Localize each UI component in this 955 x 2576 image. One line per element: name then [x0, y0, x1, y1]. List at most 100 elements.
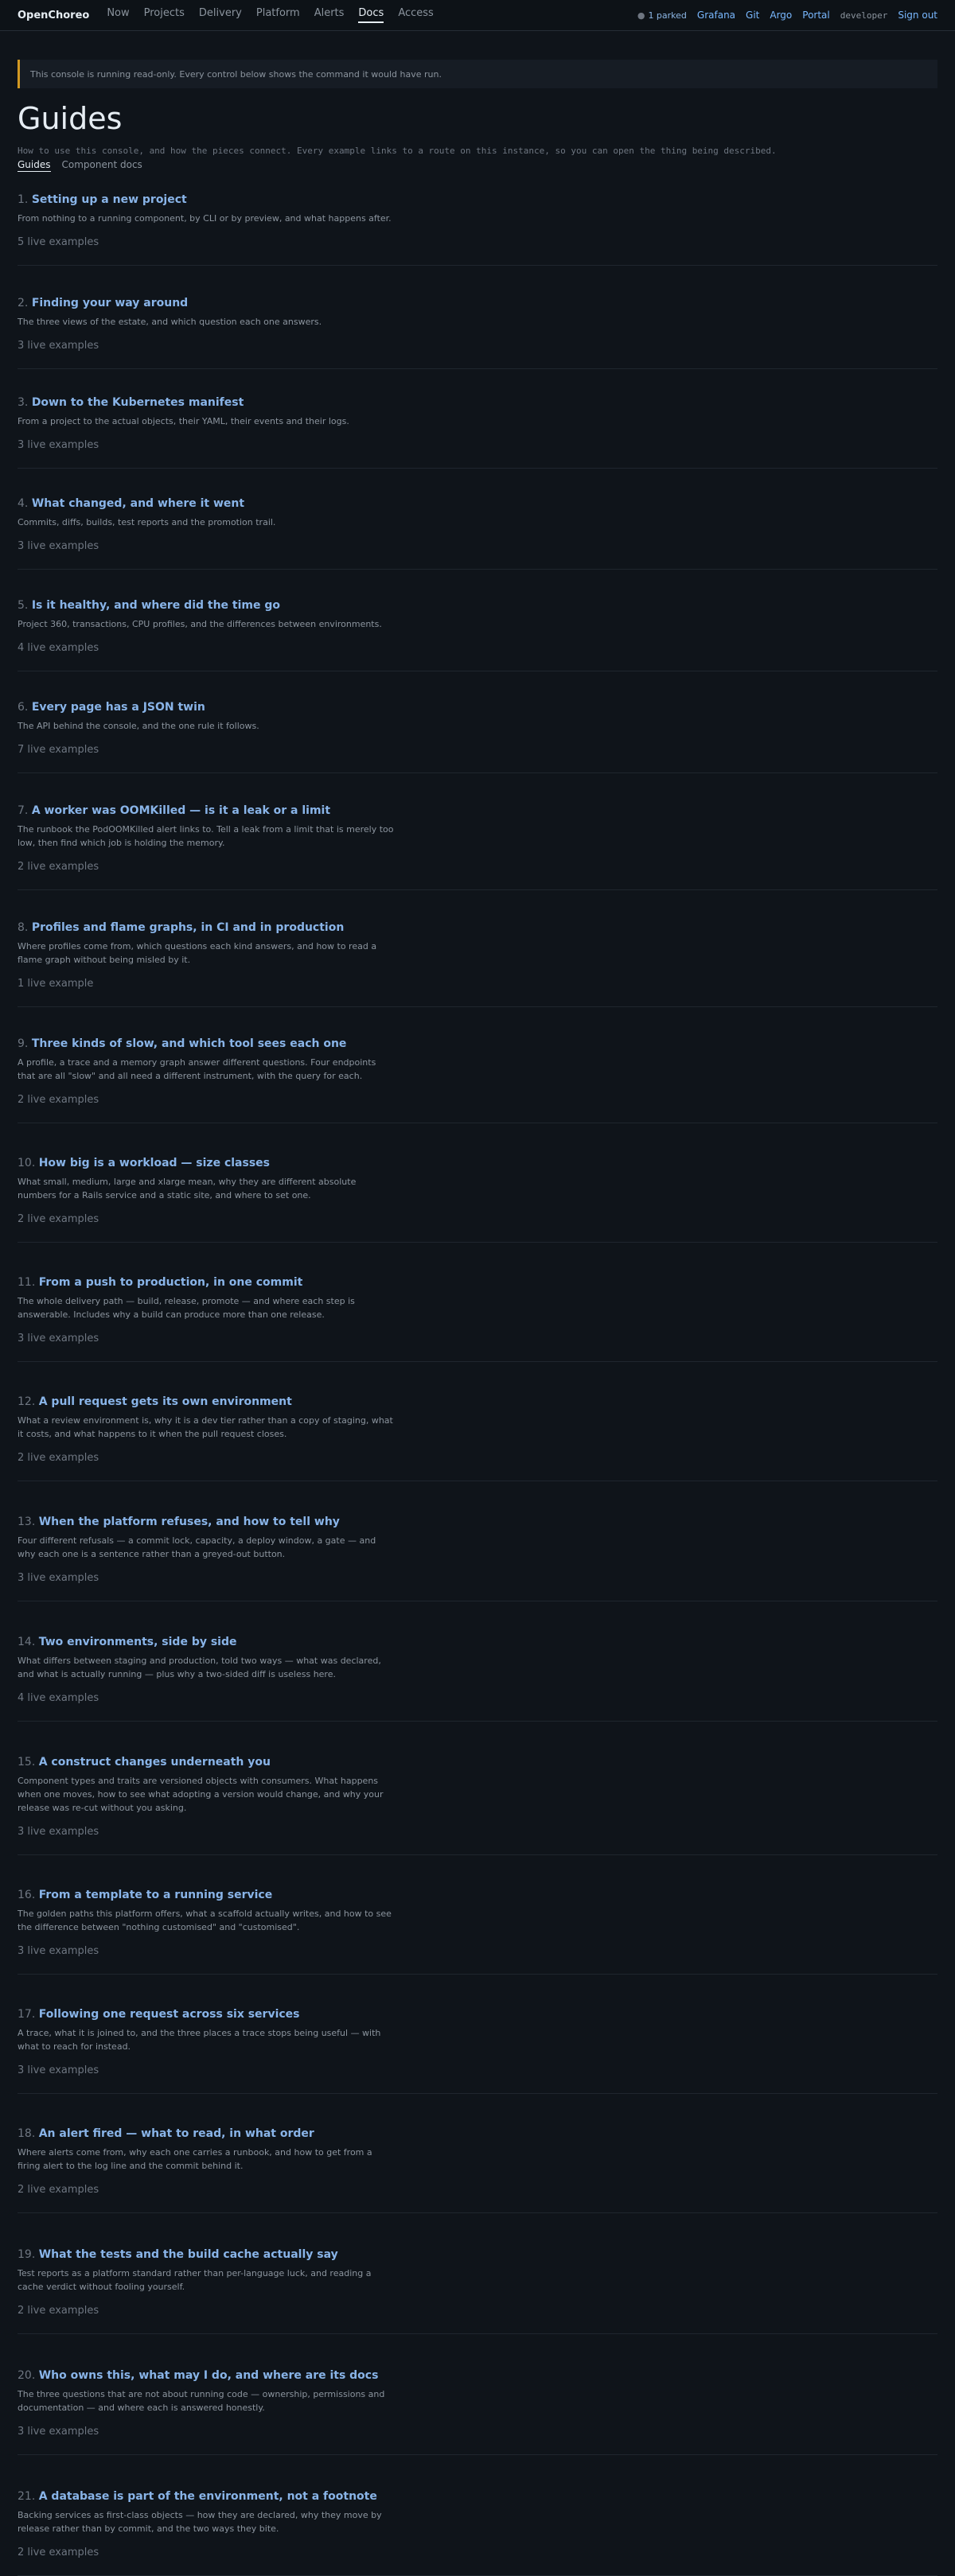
guide-examples-count[interactable]: 4 live examples: [18, 1692, 937, 1705]
guide-item: 11. From a push to production, in one co…: [18, 1275, 937, 1362]
guide-number: 7.: [18, 804, 29, 817]
guide-number: 2.: [18, 297, 29, 309]
guide-heading: 21. A database is part of the environmen…: [18, 2489, 937, 2504]
guide-number: 15.: [18, 1756, 36, 1769]
guide-list: 1. Setting up a new project From nothing …: [18, 193, 937, 2576]
guide-examples-count[interactable]: 3 live examples: [18, 2064, 937, 2077]
guide-title-link[interactable]: Setting up a new project: [32, 193, 187, 206]
guide-title-link[interactable]: A pull request gets its own environment: [39, 1395, 292, 1408]
signout-link[interactable]: Sign out: [898, 10, 937, 21]
guide-item: 6. Every page has a JSON twin The API beh…: [18, 700, 937, 773]
guide-examples-count[interactable]: 2 live examples: [18, 1213, 937, 1226]
guide-number: 11.: [18, 1276, 36, 1289]
tab-guides[interactable]: Guides: [18, 159, 51, 172]
guide-description: Where alerts come from, why each one car…: [18, 2147, 372, 2171]
guide-heading: 14. Two environments, side by side: [18, 1635, 937, 1649]
guide-examples-count[interactable]: 2 live examples: [18, 1094, 937, 1107]
guide-title-link[interactable]: Every page has a JSON twin: [32, 701, 205, 714]
guide-title-link[interactable]: Who owns this, what may I do, and where …: [39, 2369, 379, 2382]
nav-platform[interactable]: Platform: [256, 7, 300, 23]
guide-examples-count[interactable]: 3 live examples: [18, 1945, 937, 1958]
guide-title-link[interactable]: A worker was OOMKilled — is it a leak or…: [32, 804, 330, 817]
guide-number: 5.: [18, 599, 29, 612]
guide-title-link[interactable]: A database is part of the environment, n…: [39, 2490, 377, 2503]
guide-heading: 8. Profiles and flame graphs, in CI and …: [18, 920, 937, 935]
guide-title-link[interactable]: What changed, and where it went: [32, 497, 244, 510]
guide-title-link[interactable]: When the platform refuses, and how to te…: [39, 1516, 340, 1528]
guide-title-link[interactable]: Down to the Kubernetes manifest: [32, 396, 244, 409]
guide-examples-count[interactable]: 2 live examples: [18, 861, 937, 874]
link-grafana[interactable]: Grafana: [697, 10, 735, 21]
guide-description: The golden paths this platform offers, w…: [18, 1909, 392, 1932]
guide-examples-count[interactable]: 4 live examples: [18, 642, 937, 655]
primary-nav: Now Projects Delivery Platform Alerts Do…: [107, 7, 434, 23]
guide-examples-count[interactable]: 3 live examples: [18, 340, 937, 352]
guide-examples-count[interactable]: 2 live examples: [18, 2305, 937, 2317]
guide-heading: 16. From a template to a running service: [18, 1888, 937, 1902]
guide-title-link[interactable]: From a push to production, in one commit: [39, 1276, 303, 1289]
guide-number: 9.: [18, 1037, 29, 1050]
guide-title-link[interactable]: Three kinds of slow, and which tool sees…: [32, 1037, 347, 1050]
nav-alerts[interactable]: Alerts: [314, 7, 345, 23]
guide-examples-count[interactable]: 7 live examples: [18, 744, 937, 757]
guide-examples-count[interactable]: 3 live examples: [18, 1572, 937, 1585]
guide-examples-count[interactable]: 1 live example: [18, 978, 937, 990]
guide-heading: 10. How big is a workload — size classes: [18, 1156, 937, 1170]
guide-number: 1.: [18, 193, 29, 206]
guide-description: What a review environment is, why it is …: [18, 1415, 393, 1439]
guide-examples-count[interactable]: 2 live examples: [18, 2184, 937, 2197]
guide-title-link[interactable]: A construct changes underneath you: [39, 1756, 271, 1769]
guide-description: What differs between staging and product…: [18, 1656, 381, 1679]
guide-examples-count[interactable]: 3 live examples: [18, 540, 937, 553]
guide-description: Backing services as first-class objects …: [18, 2510, 382, 2534]
guide-item: 20. Who owns this, what may I do, and wh…: [18, 2368, 937, 2455]
guide-title-link[interactable]: Following one request across six service…: [39, 2008, 300, 2021]
guide-title-link[interactable]: From a template to a running service: [39, 1889, 273, 1901]
guide-item: 12. A pull request gets its own environm…: [18, 1395, 937, 1481]
guide-examples-count[interactable]: 2 live examples: [18, 2547, 937, 2559]
guide-examples-count[interactable]: 3 live examples: [18, 1333, 937, 1345]
guide-heading: 18. An alert fired — what to read, in wh…: [18, 2127, 937, 2141]
guide-description: The three views of the estate, and which…: [18, 317, 322, 327]
guide-examples-count[interactable]: 2 live examples: [18, 1452, 937, 1465]
parked-indicator[interactable]: ● 1 parked: [637, 10, 687, 21]
nav-delivery[interactable]: Delivery: [199, 7, 242, 23]
link-argo[interactable]: Argo: [770, 10, 792, 21]
guide-examples-count[interactable]: 5 live examples: [18, 236, 937, 249]
guide-item: 18. An alert fired — what to read, in wh…: [18, 2127, 937, 2213]
link-portal[interactable]: Portal: [802, 10, 829, 21]
guide-item: 16. From a template to a running service…: [18, 1888, 937, 1975]
guide-title-link[interactable]: Profiles and flame graphs, in CI and in …: [32, 921, 345, 934]
main-content: This console is running read-only. Every…: [0, 60, 955, 2576]
guide-heading: 15. A construct changes underneath you: [18, 1755, 937, 1769]
page-subtitle: How to use this console, and how the pie…: [18, 146, 777, 156]
nav-docs[interactable]: Docs: [358, 7, 384, 23]
guide-title-link[interactable]: Two environments, side by side: [39, 1636, 237, 1648]
docs-tabs: Guides Component docs: [18, 159, 937, 172]
guide-description: Test reports as a platform standard rath…: [18, 2268, 372, 2292]
guide-number: 17.: [18, 2008, 36, 2021]
guide-number: 18.: [18, 2127, 36, 2140]
guide-examples-count[interactable]: 3 live examples: [18, 2426, 937, 2438]
guide-title-link[interactable]: Is it healthy, and where did the time go: [32, 599, 280, 612]
guide-number: 6.: [18, 701, 29, 714]
guide-title-link[interactable]: Finding your way around: [32, 297, 188, 309]
guide-item: 9. Three kinds of slow, and which tool s…: [18, 1037, 937, 1123]
brand-logo[interactable]: OpenChoreo: [18, 10, 89, 21]
guide-item: 15. A construct changes underneath you Co…: [18, 1755, 937, 1855]
guide-item: 1. Setting up a new project From nothing …: [18, 193, 937, 266]
guide-item: 21. A database is part of the environmen…: [18, 2489, 937, 2576]
guide-examples-count[interactable]: 3 live examples: [18, 439, 937, 452]
guide-heading: 20. Who owns this, what may I do, and wh…: [18, 2368, 937, 2383]
nav-now[interactable]: Now: [107, 7, 129, 23]
tab-component-docs[interactable]: Component docs: [62, 159, 142, 172]
guide-title-link[interactable]: What the tests and the build cache actua…: [39, 2248, 338, 2261]
guide-title-link[interactable]: An alert fired — what to read, in what o…: [39, 2127, 314, 2140]
guide-title-link[interactable]: How big is a workload — size classes: [39, 1157, 270, 1169]
nav-projects[interactable]: Projects: [144, 7, 185, 23]
link-git[interactable]: Git: [746, 10, 759, 21]
nav-access[interactable]: Access: [398, 7, 434, 23]
guide-description: Commits, diffs, builds, test reports and…: [18, 517, 276, 527]
parked-label: 1 parked: [648, 10, 687, 21]
guide-examples-count[interactable]: 3 live examples: [18, 1826, 937, 1839]
